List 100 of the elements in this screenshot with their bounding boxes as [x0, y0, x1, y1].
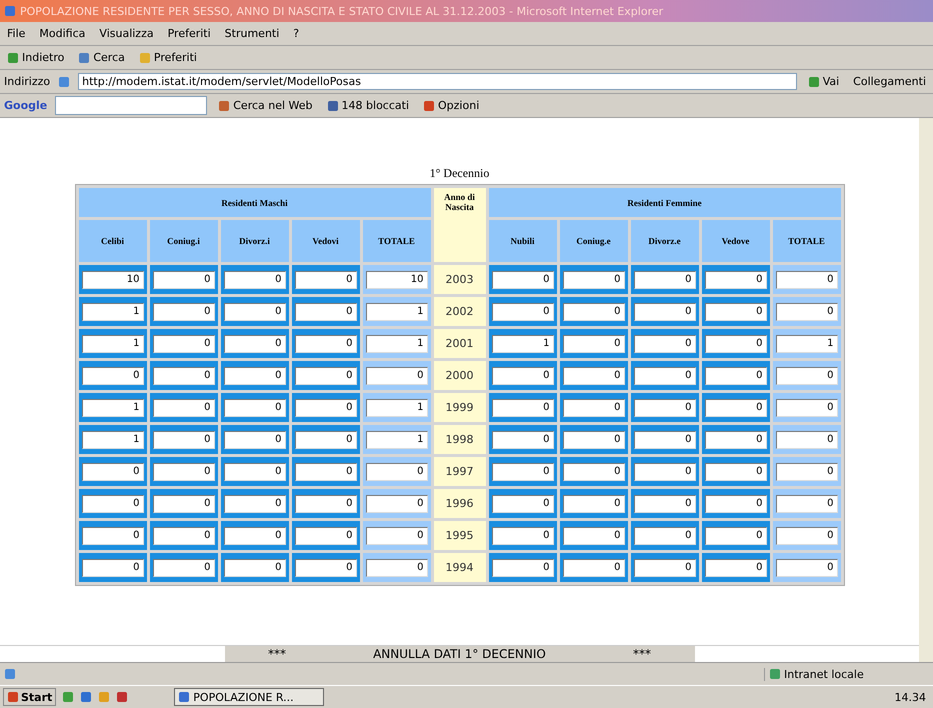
- number-field[interactable]: 0: [152, 558, 214, 576]
- number-field[interactable]: 1: [366, 398, 428, 416]
- number-field[interactable]: 0: [82, 526, 144, 544]
- menu-item[interactable]: Modifica: [36, 27, 88, 40]
- number-field[interactable]: 0: [294, 366, 356, 384]
- number-field[interactable]: 10: [82, 270, 144, 288]
- number-field[interactable]: 0: [152, 462, 214, 480]
- number-field[interactable]: 0: [152, 526, 214, 544]
- number-field[interactable]: 0: [562, 526, 624, 544]
- number-field[interactable]: 0: [82, 462, 144, 480]
- number-field[interactable]: 0: [776, 494, 838, 512]
- number-field[interactable]: 0: [776, 462, 838, 480]
- back-button[interactable]: Indietro: [4, 51, 68, 64]
- number-field[interactable]: 0: [224, 558, 286, 576]
- number-field[interactable]: 0: [704, 526, 766, 544]
- number-field[interactable]: 0: [294, 430, 356, 448]
- number-field[interactable]: 0: [294, 302, 356, 320]
- menu-item[interactable]: Strumenti: [222, 27, 282, 40]
- number-field[interactable]: 0: [704, 270, 766, 288]
- number-field[interactable]: 0: [562, 270, 624, 288]
- number-field[interactable]: 0: [634, 494, 696, 512]
- google-search-field[interactable]: [55, 96, 208, 115]
- number-field[interactable]: 0: [366, 494, 428, 512]
- number-field[interactable]: 0: [224, 302, 286, 320]
- number-field[interactable]: 0: [152, 302, 214, 320]
- number-field[interactable]: 0: [776, 398, 838, 416]
- number-field[interactable]: 1: [366, 430, 428, 448]
- number-field[interactable]: 0: [82, 366, 144, 384]
- number-field[interactable]: 1: [82, 334, 144, 352]
- number-field[interactable]: 0: [634, 366, 696, 384]
- number-field[interactable]: 0: [776, 270, 838, 288]
- number-field[interactable]: 0: [152, 494, 214, 512]
- number-field[interactable]: 0: [704, 558, 766, 576]
- number-field[interactable]: 0: [776, 430, 838, 448]
- go-button[interactable]: Vai: [804, 75, 842, 88]
- number-field[interactable]: 0: [562, 430, 624, 448]
- number-field[interactable]: 0: [366, 462, 428, 480]
- number-field[interactable]: 0: [294, 398, 356, 416]
- number-field[interactable]: 1: [366, 334, 428, 352]
- number-field[interactable]: 0: [224, 526, 286, 544]
- number-field[interactable]: 0: [634, 558, 696, 576]
- number-field[interactable]: 1: [82, 302, 144, 320]
- number-field[interactable]: 0: [224, 270, 286, 288]
- number-field[interactable]: 0: [704, 334, 766, 352]
- number-field[interactable]: 0: [224, 366, 286, 384]
- number-field[interactable]: 0: [634, 302, 696, 320]
- number-field[interactable]: 0: [294, 270, 356, 288]
- number-field[interactable]: 0: [704, 430, 766, 448]
- number-field[interactable]: 0: [294, 334, 356, 352]
- number-field[interactable]: 0: [562, 398, 624, 416]
- number-field[interactable]: 0: [152, 366, 214, 384]
- number-field[interactable]: 0: [492, 398, 554, 416]
- options-button[interactable]: Opzioni: [420, 99, 482, 112]
- number-field[interactable]: 0: [776, 558, 838, 576]
- favorites-button[interactable]: Preferiti: [136, 51, 200, 64]
- number-field[interactable]: 0: [562, 366, 624, 384]
- number-field[interactable]: 0: [562, 462, 624, 480]
- number-field[interactable]: 0: [294, 462, 356, 480]
- number-field[interactable]: 0: [224, 430, 286, 448]
- number-field[interactable]: 0: [776, 366, 838, 384]
- number-field[interactable]: 0: [152, 334, 214, 352]
- number-field[interactable]: 0: [562, 558, 624, 576]
- number-field[interactable]: 0: [492, 302, 554, 320]
- number-field[interactable]: 0: [294, 526, 356, 544]
- number-field[interactable]: 0: [294, 558, 356, 576]
- number-field[interactable]: 0: [152, 430, 214, 448]
- number-field[interactable]: 0: [224, 462, 286, 480]
- menu-item[interactable]: Visualizza: [96, 27, 157, 40]
- number-field[interactable]: 0: [492, 366, 554, 384]
- links-button[interactable]: Collegamenti: [850, 75, 929, 88]
- number-field[interactable]: 0: [224, 494, 286, 512]
- number-field[interactable]: 0: [562, 334, 624, 352]
- number-field[interactable]: 0: [366, 558, 428, 576]
- number-field[interactable]: 0: [704, 462, 766, 480]
- number-field[interactable]: 0: [82, 494, 144, 512]
- reset-button[interactable]: *** ANNULLA DATI 1° DECENNIO ***: [224, 646, 694, 662]
- number-field[interactable]: 0: [704, 398, 766, 416]
- number-field[interactable]: 0: [704, 494, 766, 512]
- number-field[interactable]: 0: [634, 430, 696, 448]
- number-field[interactable]: 0: [704, 366, 766, 384]
- number-field[interactable]: 0: [152, 398, 214, 416]
- number-field[interactable]: 0: [634, 526, 696, 544]
- number-field[interactable]: 0: [634, 334, 696, 352]
- number-field[interactable]: 1: [492, 334, 554, 352]
- number-field[interactable]: 0: [492, 526, 554, 544]
- number-field[interactable]: 10: [366, 270, 428, 288]
- taskbar-button[interactable]: POPOLAZIONE R...: [174, 688, 324, 706]
- number-field[interactable]: 0: [776, 302, 838, 320]
- address-field[interactable]: http://modem.istat.it/modem/servlet/ModelloPosas: [78, 73, 797, 90]
- number-field[interactable]: 0: [562, 494, 624, 512]
- number-field[interactable]: 0: [634, 270, 696, 288]
- number-field[interactable]: 0: [634, 398, 696, 416]
- number-field[interactable]: 0: [366, 366, 428, 384]
- popup-blocker-button[interactable]: 148 bloccati: [324, 99, 412, 112]
- web-search-button[interactable]: Cerca nel Web: [215, 99, 316, 112]
- number-field[interactable]: 0: [492, 558, 554, 576]
- number-field[interactable]: 0: [492, 494, 554, 512]
- number-field[interactable]: 0: [634, 462, 696, 480]
- start-button[interactable]: Start: [3, 688, 56, 706]
- number-field[interactable]: 1: [82, 398, 144, 416]
